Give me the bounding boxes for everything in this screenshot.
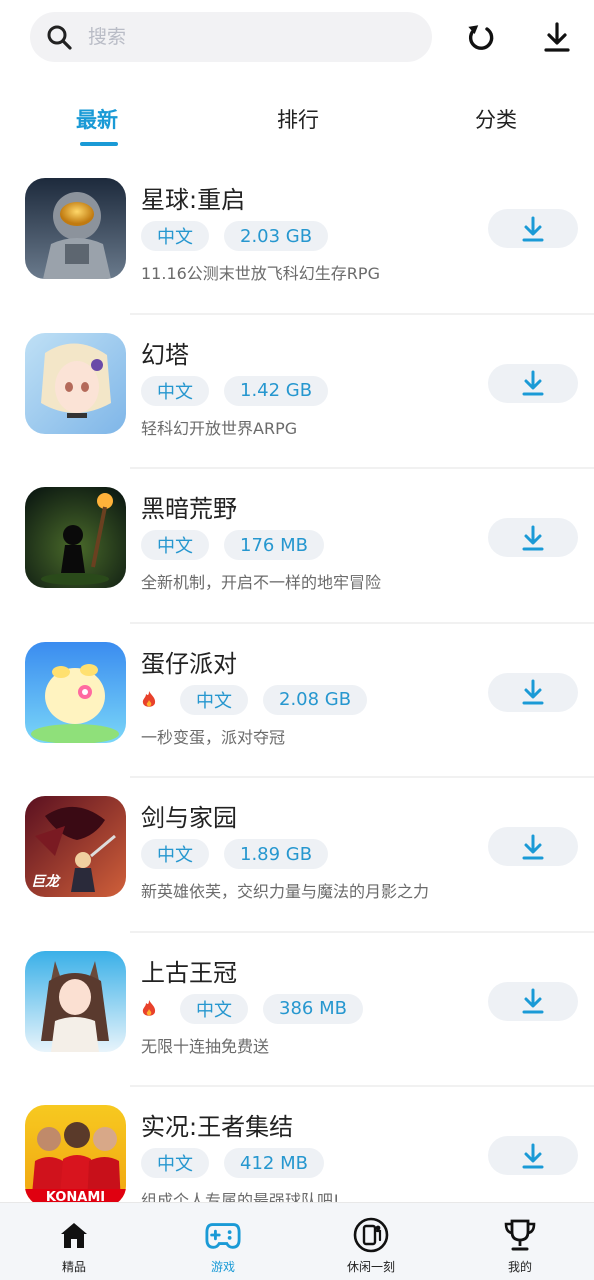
trophy-icon (502, 1217, 538, 1253)
app-description: 轻科幻开放世界ARPG (141, 418, 298, 438)
size-tag: 1.42 GB (224, 375, 329, 406)
list-item[interactable]: 蛋仔派对 中文 2.08 GB 一秒变蛋，派对夺冠 (0, 624, 594, 778)
tab-ranking[interactable]: 排行 (277, 104, 319, 134)
nav-label: 游戏 (210, 1260, 235, 1274)
nav-label: 休闲一刻 (346, 1260, 395, 1274)
list-item[interactable]: KONAMI 实况:王者集结 中文 412 MB 组成个人专属的最强球队吧! (0, 1087, 594, 1202)
category-tabs: 最新 排行 分类 (0, 104, 594, 150)
download-button[interactable] (488, 827, 578, 866)
download-icon (522, 525, 544, 550)
size-tag: 1.89 GB (224, 839, 329, 869)
size-tag: 176 MB (224, 530, 324, 560)
language-tag: 中文 (141, 1148, 209, 1178)
tab-latest[interactable]: 最新 (76, 104, 118, 134)
download-icon (522, 834, 544, 859)
app-name: 实况:王者集结 (141, 1113, 294, 1141)
app-description: 全新机制，开启不一样的地牢冒险 (141, 573, 382, 592)
app-name: 上古王冠 (141, 958, 237, 987)
app-icon (25, 641, 126, 743)
app-list: 星球:重启 中文 2.03 GB 11.16公测末世放飞科幻生存RPG 幻塔 中… (0, 160, 594, 1202)
language-tag: 中文 (180, 993, 248, 1024)
download-icon (522, 1143, 544, 1168)
language-tag: 中文 (141, 839, 209, 869)
app-name: 蛋仔派对 (141, 649, 237, 678)
hot-flame-icon (141, 689, 159, 711)
app-icon: 巨龙 (25, 796, 126, 897)
active-tab-indicator (80, 142, 118, 146)
hot-flame-icon (141, 998, 159, 1020)
icon-badge-text: 巨龙 (31, 874, 59, 890)
home-icon (56, 1217, 92, 1253)
size-tag: 386 MB (263, 993, 363, 1024)
size-tag: 412 MB (224, 1148, 324, 1178)
app-description: 11.16公测末世放飞科幻生存RPG (141, 264, 380, 283)
app-tags: 中文 1.89 GB (141, 839, 329, 869)
app-name: 剑与家园 (141, 804, 237, 832)
app-tags: 中文 2.08 GB (141, 684, 368, 715)
app-name: 幻塔 (141, 340, 189, 369)
download-icon (544, 22, 570, 52)
app-icon (25, 950, 126, 1052)
size-tag: 2.08 GB (263, 684, 368, 715)
download-icon (522, 988, 544, 1014)
nav-item-casual[interactable]: 休闲一刻 (311, 1203, 431, 1280)
download-button[interactable] (488, 363, 578, 403)
app-icon (25, 332, 126, 434)
download-button[interactable] (488, 672, 578, 712)
download-button[interactable] (488, 1136, 578, 1175)
search-bar[interactable] (30, 12, 432, 62)
app-icon (25, 178, 126, 279)
list-item[interactable]: 巨龙 剑与家园 中文 1.89 GB 新英雄依芙，交织力量与魔法的月影之力 (0, 778, 594, 933)
language-tag: 中文 (141, 221, 209, 251)
download-button[interactable] (488, 209, 578, 248)
list-item[interactable]: 幻塔 中文 1.42 GB 轻科幻开放世界ARPG (0, 315, 594, 469)
search-input[interactable] (88, 26, 388, 48)
refresh-button[interactable] (464, 20, 498, 54)
language-tag: 中文 (141, 375, 209, 406)
app-tags: 中文 2.03 GB (141, 221, 329, 251)
app-icon (25, 487, 126, 588)
download-icon (522, 370, 544, 396)
download-icon (522, 216, 544, 241)
top-bar (30, 12, 574, 64)
size-tag: 2.03 GB (224, 221, 329, 251)
app-description: 组成个人专属的最强球队吧! (141, 1191, 340, 1202)
list-item[interactable]: 黑暗荒野 中文 176 MB 全新机制，开启不一样的地牢冒险 (0, 469, 594, 624)
app-description: 一秒变蛋，派对夺冠 (141, 727, 286, 747)
refresh-icon (468, 25, 494, 50)
phone-person-icon (353, 1217, 389, 1253)
app-description: 新英雄依芙，交织力量与魔法的月影之力 (141, 882, 430, 901)
bottom-nav: 精品 游戏 休闲一刻 我的 (0, 1202, 594, 1280)
app-name: 黑暗荒野 (141, 495, 237, 523)
app-tags: 中文 1.42 GB (141, 375, 329, 406)
nav-item-mine[interactable]: 我的 (460, 1203, 580, 1280)
nav-label: 我的 (507, 1260, 532, 1274)
tab-categories[interactable]: 分类 (475, 104, 517, 134)
search-icon (47, 25, 72, 50)
app-tags: 中文 412 MB (141, 1148, 324, 1178)
icon-badge-text: KONAMI (45, 1190, 106, 1202)
language-tag: 中文 (180, 684, 248, 715)
gamepad-icon (205, 1217, 241, 1253)
app-icon: KONAMI (25, 1105, 126, 1202)
download-button[interactable] (488, 981, 578, 1021)
app-tags: 中文 386 MB (141, 993, 363, 1024)
download-button[interactable] (488, 518, 578, 557)
app-description: 无限十连抽免费送 (141, 1036, 270, 1056)
nav-item-games[interactable]: 游戏 (163, 1203, 283, 1280)
app-name: 星球:重启 (141, 186, 246, 214)
app-tags: 中文 176 MB (141, 530, 324, 560)
nav-item-featured[interactable]: 精品 (14, 1203, 134, 1280)
download-icon (522, 679, 544, 705)
list-item[interactable]: 上古王冠 中文 386 MB 无限十连抽免费送 (0, 933, 594, 1087)
nav-label: 精品 (61, 1260, 86, 1274)
downloads-button[interactable] (540, 20, 574, 54)
language-tag: 中文 (141, 530, 209, 560)
list-item[interactable]: 星球:重启 中文 2.03 GB 11.16公测末世放飞科幻生存RPG (0, 160, 594, 315)
